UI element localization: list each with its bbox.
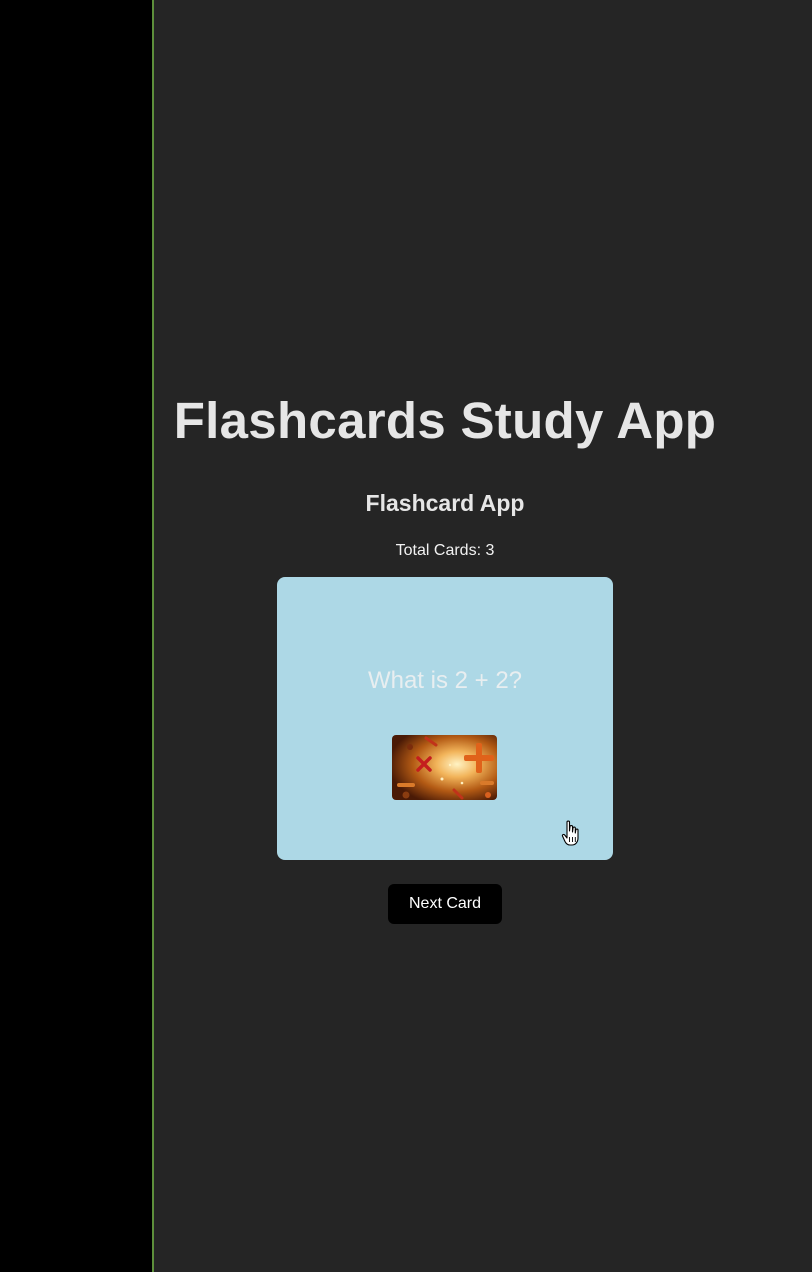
total-cards-count: Total Cards: 3 [395, 542, 495, 559]
app-subtitle: Flashcard App [365, 490, 525, 516]
flashcard[interactable]: What is 2 + 2? [277, 577, 613, 860]
main-content: Flashcards Study App Flashcard App Total… [154, 0, 812, 1272]
page-title: Flashcards Study App [173, 392, 717, 449]
next-card-button[interactable]: Next Card [388, 884, 502, 924]
pointer-hand-icon [561, 820, 579, 846]
left-panel [0, 0, 152, 1272]
flashcard-question: What is 2 + 2? [367, 667, 523, 694]
math-symbols-image [392, 735, 497, 800]
